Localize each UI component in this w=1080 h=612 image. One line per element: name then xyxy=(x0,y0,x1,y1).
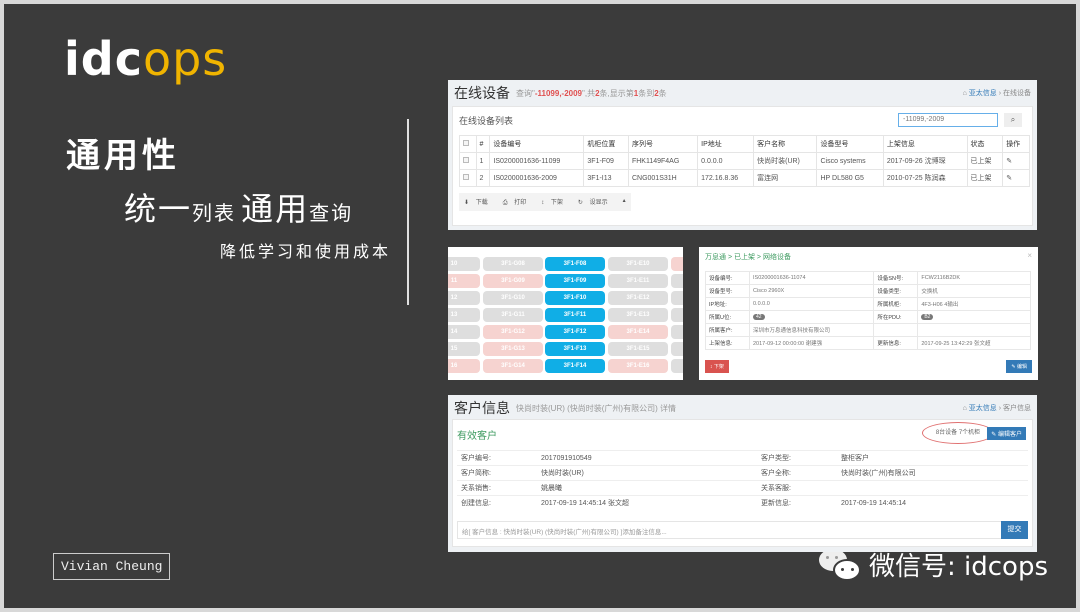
column-display-button[interactable]: ↻ 设显示 xyxy=(573,193,618,211)
edit-button[interactable]: ✎ 编辑 xyxy=(1006,360,1032,373)
rack-cell[interactable]: 3F1-E11 xyxy=(608,274,668,288)
breadcrumb: ⌂ 亚太信息 › 客户信息 xyxy=(962,405,1031,412)
col-header: # xyxy=(475,135,491,153)
select-all-checkbox[interactable] xyxy=(463,140,469,146)
edit-icon[interactable]: ✎ xyxy=(1002,152,1030,170)
page-title: 在线设备 xyxy=(454,85,510,101)
rack-cell[interactable]: 3F1-F11 xyxy=(545,308,605,322)
rack-cell[interactable]: 3F1-F12 xyxy=(545,325,605,339)
u-position-badge: 42 xyxy=(753,314,765,320)
rack-cell[interactable]: 3F1-G12 xyxy=(483,325,543,339)
search-icon: ⌕ xyxy=(1010,115,1016,124)
rack-cell[interactable]: 3F1-F10 xyxy=(545,291,605,305)
device-list-box: 在线设备列表 -11099,-2009 ⌕ # 设备编号 机柜位置 序列号 IP… xyxy=(452,106,1033,226)
rack-cell[interactable] xyxy=(671,359,683,373)
rack-column: 3F1-G08 3F1-G09 3F1-G10 3F1-G11 3F1-G12 3F1-G… xyxy=(483,257,543,373)
edit-icon[interactable]: ✎ xyxy=(1002,169,1030,187)
divider xyxy=(407,119,409,305)
col-header[interactable]: 客户名称 xyxy=(753,135,818,153)
rack-cell[interactable]: 14 xyxy=(448,325,480,339)
col-header[interactable]: 状态 xyxy=(966,135,1004,153)
search-button[interactable]: ⌕ xyxy=(1004,113,1022,127)
customer-box: 有效客户 8台设备 7个机柜 ✎ 编辑客户 客户编号: 2017091910549… xyxy=(452,419,1033,547)
online-devices-panel: 在线设备 查询"-11099,-2009",共2条,显示第1条到2条 ⌂ 亚太信… xyxy=(448,80,1037,230)
offboard-button[interactable]: ↕ 下架 xyxy=(536,193,573,211)
offboard-button[interactable]: ↕ 下架 xyxy=(705,360,729,373)
breadcrumb: ⌂ 亚太信息 › 在线设备 xyxy=(962,90,1031,97)
idcops-logo: idcops xyxy=(64,32,228,86)
device-detail-modal: 万息通 > 已上架 > 网络设备 × 设备编号: IS0200001636-110… xyxy=(699,247,1038,380)
rack-cell[interactable] xyxy=(671,325,683,339)
rack-cell[interactable]: 3F1-F09 xyxy=(545,274,605,288)
rack-cell[interactable]: 3F1-G11 xyxy=(483,308,543,322)
device-detail-table: 设备编号: IS0200001636-11074 设备SN号: FCW2116B2DK… xyxy=(705,271,1031,350)
table-row: 1 IS0200001636-11099 3F1-F09 FHK1149F4AG… xyxy=(459,152,1030,170)
table-toolbar: ⬇ 下载 ⎙ 打印 ↕ 下架 ↻ 设显示 ▴ xyxy=(459,193,631,211)
rack-cell[interactable]: 3F1-E16 xyxy=(608,359,668,373)
row-checkbox[interactable] xyxy=(463,157,469,163)
rack-cell[interactable]: 3F1-G14 xyxy=(483,359,543,373)
rack-cell[interactable]: 3F1-E13 xyxy=(608,308,668,322)
col-header[interactable]: 序列号 xyxy=(627,135,699,153)
col-header: 操作 xyxy=(1002,135,1030,153)
rack-cell[interactable]: 13 xyxy=(448,308,480,322)
rack-map-panel: 10 11 12 13 14 15 16 3F1-G08 3F1-G09 3F1-G10 3F1-… xyxy=(448,247,683,380)
heading: 通用性 xyxy=(66,136,180,176)
rack-cell[interactable] xyxy=(671,291,683,305)
table-row: 2 IS0200001636-2009 3F1-I13 CNG001S31H 1… xyxy=(459,169,1030,187)
edit-customer-button[interactable]: ✎ 编辑客户 xyxy=(987,427,1026,440)
subheading: 统一列表 通用查询 xyxy=(124,190,354,228)
rack-cell[interactable] xyxy=(671,257,683,271)
col-header[interactable]: 上架信息 xyxy=(882,135,968,153)
author-label: Vivian Cheung xyxy=(53,553,171,580)
rack-cell[interactable]: 3F1-F14 xyxy=(545,359,605,373)
customer-detail-table: 客户编号: 2017091910549 客户类型: 整柜客户 客户简称: 快尚时装(UR… xyxy=(457,450,1028,510)
rack-cell[interactable] xyxy=(671,308,683,322)
rack-cell[interactable]: 10 xyxy=(448,257,480,271)
list-title: 在线设备列表 xyxy=(459,116,514,126)
remark-input[interactable]: 给[ 客户信息 : 快尚时装(UR) (快尚时装(广州)有限公司) ]添加备注信… xyxy=(457,521,1005,539)
page-subtitle: 快尚时装(UR) (快尚时装(广州)有限公司) 详情 xyxy=(516,403,676,413)
page-title: 客户信息 xyxy=(454,400,510,416)
col-header[interactable]: 机柜位置 xyxy=(583,135,629,153)
search-input[interactable]: -11099,-2009 xyxy=(898,113,998,127)
rack-cell[interactable]: 3F1-F13 xyxy=(545,342,605,356)
rack-cell[interactable]: 3F1-E10 xyxy=(608,257,668,271)
rack-cell[interactable] xyxy=(671,274,683,288)
col-header[interactable]: IP地址 xyxy=(697,135,755,153)
device-table: # 设备编号 机柜位置 序列号 IP地址 客户名称 设备型号 上架信息 状态 操… xyxy=(459,135,1030,187)
row-checkbox[interactable] xyxy=(463,174,469,180)
rack-cell[interactable]: 3F1-F08 xyxy=(545,257,605,271)
rack-cell[interactable]: 12 xyxy=(448,291,480,305)
rack-column: 10 11 12 13 14 15 16 xyxy=(448,257,480,373)
rack-column: 3F1-E10 3F1-E11 3F1-E12 3F1-E13 3F1-E14 3F1-E… xyxy=(608,257,668,373)
customer-info-panel: 客户信息 快尚时装(UR) (快尚时装(广州)有限公司) 详情 ⌂ 亚太信息 ›… xyxy=(448,395,1037,552)
rack-cell[interactable]: 3F1-G10 xyxy=(483,291,543,305)
pdu-badge: B2 xyxy=(921,314,934,320)
submit-button[interactable]: 提交 xyxy=(1001,521,1028,539)
rack-cell[interactable]: 3F1-G08 xyxy=(483,257,543,271)
col-header[interactable]: 设备型号 xyxy=(816,135,884,153)
rack-column xyxy=(671,257,683,373)
col-header[interactable]: 设备编号 xyxy=(489,135,585,153)
rack-cell[interactable]: 16 xyxy=(448,359,480,373)
asset-summary[interactable]: 8台设备 7个机柜 xyxy=(922,422,994,444)
modal-breadcrumb: 万息通 > 已上架 > 网络设备 xyxy=(705,254,791,261)
rack-cell[interactable]: 15 xyxy=(448,342,480,356)
close-icon[interactable]: × xyxy=(1027,251,1032,260)
print-button[interactable]: ⎙ 打印 xyxy=(498,193,536,211)
rack-cell[interactable] xyxy=(671,342,683,356)
rack-cell[interactable]: 3F1-E15 xyxy=(608,342,668,356)
rack-cell[interactable]: 3F1-E14 xyxy=(608,325,668,339)
rack-cell[interactable]: 3F1-G09 xyxy=(483,274,543,288)
rack-cell[interactable]: 3F1-G13 xyxy=(483,342,543,356)
rack-cell[interactable]: 3F1-E12 xyxy=(608,291,668,305)
rack-column: 3F1-F08 3F1-F09 3F1-F10 3F1-F11 3F1-F12 3F1-F… xyxy=(545,257,605,373)
rack-cell[interactable]: 11 xyxy=(448,274,480,288)
tagline: 降低学习和使用成本 xyxy=(220,242,392,261)
query-summary: 查询"-11099,-2009",共2条,显示第1条到2条 xyxy=(516,88,667,98)
customer-status: 有效客户 xyxy=(457,431,497,442)
more-button[interactable]: ▴ xyxy=(618,193,631,211)
download-button[interactable]: ⬇ 下载 xyxy=(459,193,498,211)
